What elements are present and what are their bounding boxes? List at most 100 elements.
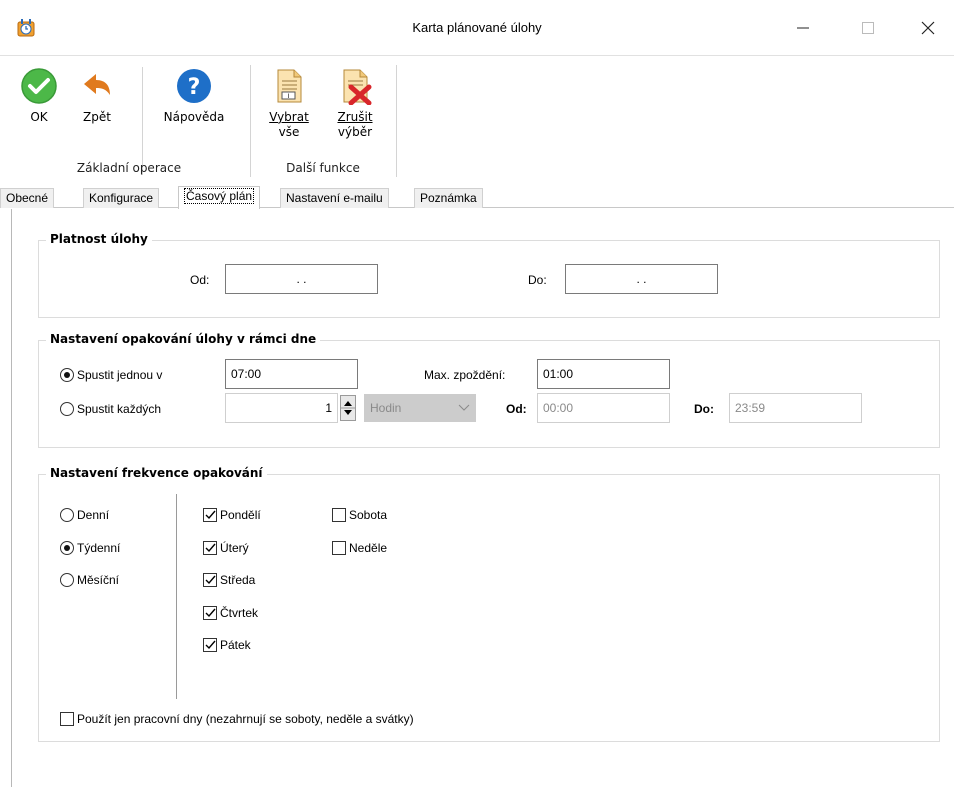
day-wednesday-option[interactable]: Středa	[203, 573, 255, 587]
tab-email-settings-label: Nastavení e-mailu	[286, 191, 383, 205]
select-all-button[interactable]: I Vybrat vše	[260, 67, 318, 140]
cancel-selection-button[interactable]: Zrušit výběr	[326, 67, 384, 140]
run-every-to-input[interactable]: 23:59	[729, 393, 862, 423]
day-repeat-title: Nastavení opakování úlohy v rámci dne	[46, 332, 321, 346]
day-tuesday-checkbox[interactable]	[203, 541, 217, 555]
day-thursday-checkbox[interactable]	[203, 606, 217, 620]
ok-label: OK	[30, 110, 48, 124]
run-every-count-value: 1	[325, 401, 332, 415]
mode-monthly-option[interactable]: Měsíční	[60, 573, 119, 587]
back-label: Zpět	[83, 110, 111, 124]
mode-daily-radio[interactable]	[60, 508, 74, 522]
mode-daily-option[interactable]: Denní	[60, 508, 109, 522]
minimize-button[interactable]	[780, 0, 826, 56]
help-label: Nápověda	[163, 110, 225, 124]
max-delay-value: 01:00	[543, 367, 574, 381]
run-every-from-label: Od:	[506, 402, 527, 416]
select-all-label-line2: vše	[278, 125, 300, 139]
tab-configuration-label: Konfigurace	[89, 191, 154, 205]
day-thursday-label: Čtvrtek	[220, 606, 259, 620]
checkmark-icon	[205, 640, 216, 650]
panel-left-border	[11, 209, 12, 787]
tab-configuration[interactable]: Konfigurace	[83, 188, 160, 208]
mode-monthly-radio[interactable]	[60, 573, 74, 587]
title-bar: Karta plánované úlohy	[0, 0, 954, 56]
svg-text:I: I	[288, 93, 290, 100]
day-sunday-checkbox[interactable]	[332, 541, 346, 555]
frequency-title: Nastavení frekvence opakování	[46, 466, 267, 480]
validity-group	[38, 240, 940, 318]
help-button[interactable]: ? Nápověda	[154, 67, 234, 125]
day-wednesday-label: Středa	[220, 573, 256, 587]
validity-from-date-input[interactable]: . .	[225, 264, 378, 294]
day-monday-checkbox[interactable]	[203, 508, 217, 522]
run-every-count-input[interactable]: 1	[225, 393, 338, 423]
run-once-radio[interactable]	[60, 368, 74, 382]
day-saturday-checkbox[interactable]	[332, 508, 346, 522]
validity-from-label: Od:	[190, 273, 210, 287]
day-friday-option[interactable]: Pátek	[203, 638, 251, 652]
cancel-selection-label-line2: výběr	[337, 125, 373, 139]
chevron-down-icon	[458, 404, 470, 411]
app-icon	[17, 19, 35, 37]
tab-schedule-label: Časový plán	[184, 188, 255, 204]
help-question-icon: ?	[177, 69, 211, 103]
day-sunday-option[interactable]: Neděle	[332, 541, 387, 555]
workdays-only-label: Použít jen pracovní dny (nezahrnují se s…	[77, 712, 414, 726]
day-monday-option[interactable]: Pondělí	[203, 508, 261, 522]
day-saturday-option[interactable]: Sobota	[332, 508, 387, 522]
run-once-time-input[interactable]: 07:00	[225, 359, 358, 389]
day-tuesday-option[interactable]: Úterý	[203, 541, 249, 555]
day-thursday-option[interactable]: Čtvrtek	[203, 606, 258, 620]
mode-weekly-radio[interactable]	[60, 541, 74, 555]
day-wednesday-checkbox[interactable]	[203, 573, 217, 587]
group-basic-label: Základní operace	[76, 161, 182, 175]
mode-daily-label: Denní	[77, 508, 110, 522]
validity-to-date-input[interactable]: . .	[565, 264, 718, 294]
run-every-unit-select[interactable]: Hodin	[364, 394, 476, 422]
validity-to-label: Do:	[528, 273, 547, 287]
workdays-only-option[interactable]: Použít jen pracovní dny (nezahrnují se s…	[60, 712, 414, 726]
run-every-to-label: Do:	[694, 402, 714, 416]
maximize-icon	[862, 22, 874, 34]
close-icon	[921, 21, 935, 35]
tab-schedule[interactable]: Časový plán	[178, 186, 261, 209]
run-every-spinner[interactable]	[340, 395, 356, 421]
checkmark-icon	[205, 575, 216, 585]
workdays-only-checkbox[interactable]	[60, 712, 74, 726]
tab-note-label: Poznámka	[420, 191, 477, 205]
run-every-to-value: 23:59	[735, 401, 766, 415]
validity-title: Platnost úlohy	[46, 232, 152, 246]
run-every-from-input[interactable]: 00:00	[537, 393, 670, 423]
checkmark-icon	[205, 510, 216, 520]
spinner-arrows-icon	[341, 401, 355, 415]
checkmark-icon	[205, 543, 216, 553]
validity-to-value: . .	[636, 272, 647, 286]
mode-weekly-option[interactable]: Týdenní	[60, 541, 120, 555]
max-delay-label: Max. zpoždění:	[424, 368, 506, 382]
cancel-selection-label-line1: Zrušit	[337, 110, 373, 124]
minimize-icon	[797, 27, 809, 29]
max-delay-input[interactable]: 01:00	[537, 359, 670, 389]
day-friday-checkbox[interactable]	[203, 638, 217, 652]
select-all-document-icon: I	[277, 69, 302, 103]
tab-note[interactable]: Poznámka	[414, 188, 483, 208]
run-every-radio-option[interactable]: Spustit každých	[60, 402, 161, 416]
ok-button[interactable]: OK	[16, 67, 62, 125]
tab-general[interactable]: Obecné	[0, 188, 55, 208]
day-tuesday-label: Úterý	[220, 541, 249, 555]
run-once-label: Spustit jednou v	[77, 368, 163, 382]
tab-email-settings[interactable]: Nastavení e-mailu	[280, 188, 389, 208]
checkmark-icon	[205, 608, 216, 618]
day-monday-label: Pondělí	[220, 508, 261, 522]
day-saturday-label: Sobota	[349, 508, 388, 522]
run-every-radio[interactable]	[60, 402, 74, 416]
maximize-button[interactable]	[845, 0, 891, 56]
select-all-label-line1: Vybrat	[269, 110, 309, 124]
back-button[interactable]: Zpět	[72, 67, 122, 125]
ribbon-group-separator	[250, 65, 251, 177]
tab-strip: Obecné Konfigurace Časový plán Nastavení…	[0, 186, 954, 209]
close-button[interactable]	[905, 0, 951, 56]
run-once-radio-option[interactable]: Spustit jednou v	[60, 368, 162, 382]
run-once-time-value: 07:00	[231, 367, 262, 381]
